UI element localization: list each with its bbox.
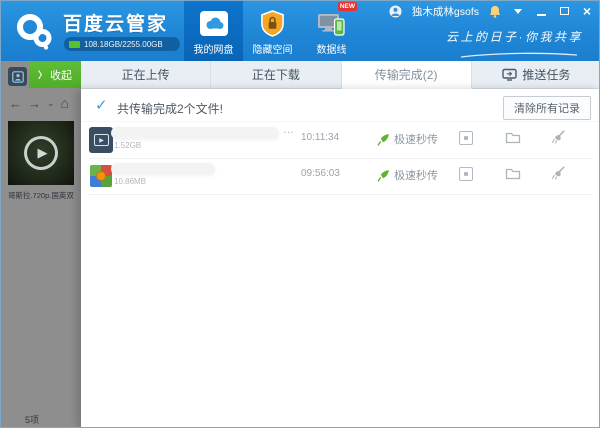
push-monitor-icon [502, 68, 518, 81]
play-icon: ▶ [24, 136, 58, 170]
open-file-button[interactable] [459, 131, 473, 145]
nav-data-line-label: 数据线 [316, 45, 347, 56]
delete-record-button[interactable] [551, 166, 565, 180]
share-rail-icon [8, 67, 27, 86]
transfer-complete-panel: ✓ 共传输完成2个文件! 清除所有记录 ▶ 1.52GB … 10:11:34 … [81, 89, 599, 427]
minimize-button[interactable] [534, 4, 548, 18]
transfer-mode: 极速秒传 [377, 167, 438, 183]
slogan-text: 云上的日子·你我共享 [446, 30, 583, 44]
cloud-drive-icon [199, 8, 229, 39]
window-controls-row: 独木成林gsofs × [389, 4, 594, 18]
file-manager-sidebar: ← → ⌄ ⌂ ▶ 哥斯拉.720p.国英双 5项 [1, 61, 81, 427]
back-button[interactable]: ← [9, 96, 22, 111]
forward-button[interactable]: → [28, 96, 41, 111]
transfer-tabs: 正在上传 正在下载 传输完成(2) 推送任务 [81, 61, 599, 89]
username[interactable]: 独木成林gsofs [412, 4, 479, 19]
file-size: 1.52GB [114, 141, 142, 150]
chevron-right-icon: 〉 [37, 70, 47, 80]
rocket-icon [377, 133, 390, 146]
table-row[interactable]: ▶ 1.52GB … 10:11:34 极速秒传 [81, 123, 599, 159]
history-caret-icon[interactable]: ⌄ [47, 98, 55, 109]
new-badge: NEW [337, 2, 357, 11]
check-icon: ✓ [95, 97, 108, 114]
image-file-icon [90, 165, 112, 187]
nav-my-drive-label: 我的网盘 [193, 45, 234, 56]
video-thumbnail[interactable]: ▶ [8, 121, 74, 185]
open-file-button[interactable] [459, 167, 473, 181]
video-caption: 哥斯拉.720p.国英双 [8, 191, 74, 200]
nav-hidden-space-label: 隐藏空间 [252, 45, 293, 56]
storage-progress-bar [69, 40, 80, 48]
bell-icon[interactable] [488, 4, 502, 18]
divider [81, 121, 599, 122]
maximize-button[interactable] [557, 4, 571, 18]
summary-text: 共传输完成2个文件! [117, 102, 224, 116]
open-folder-button[interactable] [505, 167, 521, 180]
home-icon[interactable]: ⌂ [61, 95, 69, 111]
storage-text: 108.18GB/2255.00GB [84, 39, 163, 49]
baidu-cloud-manager-window: 百度云管家 108.18GB/2255.00GB 我的网盘 隐藏空间 NEW 数… [0, 0, 600, 428]
baidu-cloud-logo-icon [13, 9, 57, 58]
transfer-mode: 极速秒传 [377, 131, 438, 147]
divider [89, 194, 593, 195]
tab-push-tasks[interactable]: 推送任务 [471, 61, 599, 89]
monitor-phone-icon [317, 8, 346, 39]
delete-record-button[interactable] [551, 130, 565, 144]
tab-uploading[interactable]: 正在上传 [81, 61, 212, 89]
close-button[interactable]: × [580, 4, 594, 18]
nav-data-line[interactable]: NEW 数据线 [302, 1, 361, 61]
video-file-icon: ▶ [89, 127, 113, 153]
redacted-filename [111, 163, 215, 175]
app-title: 百度云管家 [63, 14, 169, 35]
nav-arrows: ← → ⌄ ⌂ [9, 95, 69, 111]
tab-completed[interactable]: 传输完成(2) [341, 61, 472, 89]
item-count: 5项 [25, 415, 40, 425]
table-row[interactable]: 10.86MB 09:56:03 极速秒传 [81, 159, 599, 195]
open-folder-button[interactable] [505, 131, 521, 144]
avatar[interactable] [389, 4, 403, 18]
nav-hidden-space[interactable]: 隐藏空间 [243, 1, 302, 61]
rocket-icon [377, 169, 390, 182]
file-size: 10.86MB [114, 177, 147, 186]
collapse-panel-button[interactable]: 〉 收起 [29, 61, 81, 88]
storage-indicator: 108.18GB/2255.00GB [64, 37, 180, 51]
transfer-time: 09:56:03 [301, 168, 340, 179]
clear-records-button[interactable]: 清除所有记录 [503, 96, 591, 120]
nav-my-drive[interactable]: 我的网盘 [184, 1, 243, 61]
dropdown-menu-icon[interactable] [511, 4, 525, 18]
filename-ellipsis: … [283, 124, 294, 136]
header-nav: 我的网盘 隐藏空间 NEW 数据线 [184, 1, 361, 61]
shield-lock-icon [260, 8, 285, 39]
title-bar: 百度云管家 108.18GB/2255.00GB 我的网盘 隐藏空间 NEW 数… [1, 1, 599, 61]
transfer-time: 10:11:34 [301, 132, 340, 143]
tab-downloading[interactable]: 正在下载 [211, 61, 342, 89]
redacted-filename [111, 127, 279, 139]
